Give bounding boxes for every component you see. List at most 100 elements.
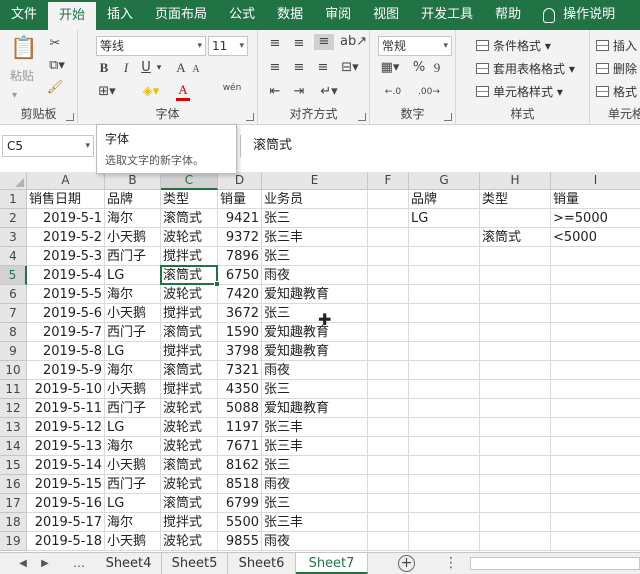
cell-E4[interactable]: 张三 <box>262 247 368 266</box>
insert-cells-button[interactable]: 插入 <box>596 38 637 54</box>
row-header[interactable]: 17 <box>0 494 27 513</box>
increase-decimal-icon[interactable]: ←.0 <box>378 84 408 100</box>
cell-G18[interactable] <box>409 513 480 532</box>
italic-button[interactable]: I <box>118 60 134 76</box>
orientation-icon[interactable]: ab↗ <box>340 34 367 50</box>
row-header[interactable]: 4 <box>0 247 27 266</box>
cell-F8[interactable] <box>368 323 409 342</box>
row-header[interactable]: 9 <box>0 342 27 361</box>
name-box[interactable]: C5 ▾ <box>2 135 94 157</box>
border-icon[interactable]: ⊞▾ <box>96 84 118 100</box>
cell-D17[interactable]: 6799 <box>218 494 262 513</box>
row-header[interactable]: 5 <box>0 266 27 285</box>
cell-I2[interactable]: >=5000 <box>551 209 640 228</box>
cut-icon[interactable]: ✂ <box>46 36 64 52</box>
cell-E19[interactable]: 雨夜 <box>262 532 368 551</box>
cell-C5[interactable]: 滚筒式 <box>161 266 218 285</box>
cell-C12[interactable]: 波轮式 <box>161 399 218 418</box>
cell-D19[interactable]: 9855 <box>218 532 262 551</box>
cell-A10[interactable]: 2019-5-9 <box>27 361 105 380</box>
ribbon-tab-5[interactable]: 数据 <box>266 0 314 30</box>
column-header-C[interactable]: C <box>161 172 218 190</box>
cell-G19[interactable] <box>409 532 480 551</box>
ribbon-tab-7[interactable]: 视图 <box>362 0 410 30</box>
cell-I11[interactable] <box>551 380 640 399</box>
cell-H19[interactable] <box>480 532 551 551</box>
cell-F4[interactable] <box>368 247 409 266</box>
column-header-I[interactable]: I <box>551 172 640 190</box>
worksheet[interactable]: 销售日期 品牌 类型 销量 业务员 品牌 类型 销量 2019-5-1 海尔 滚筒式 9421 张三 LG… <box>0 172 640 552</box>
cell-C4[interactable]: 搅拌式 <box>161 247 218 266</box>
cell-H2[interactable] <box>480 209 551 228</box>
ribbon-tab-6[interactable]: 审阅 <box>314 0 362 30</box>
cell-F7[interactable] <box>368 304 409 323</box>
bold-button[interactable]: B <box>96 60 112 76</box>
ribbon-tab-10[interactable]: 操作说明 <box>532 0 626 30</box>
cell-B11[interactable]: 小天鹅 <box>105 380 161 399</box>
cell-A17[interactable]: 2019-5-16 <box>27 494 105 513</box>
cell-I9[interactable] <box>551 342 640 361</box>
column-header-B[interactable]: B <box>105 172 161 190</box>
column-header-F[interactable]: F <box>368 172 409 190</box>
cell-G13[interactable] <box>409 418 480 437</box>
cell-G1[interactable]: 品牌 <box>409 190 480 209</box>
cell-H8[interactable] <box>480 323 551 342</box>
cell-F19[interactable] <box>368 532 409 551</box>
cell-I13[interactable] <box>551 418 640 437</box>
font-launcher-icon[interactable] <box>246 113 254 121</box>
cell-A14[interactable]: 2019-5-13 <box>27 437 105 456</box>
cell-grid[interactable]: 销售日期 品牌 类型 销量 业务员 品牌 类型 销量 2019-5-1 海尔 滚筒式 9421 张三 LG… <box>27 190 640 552</box>
cell-F1[interactable] <box>368 190 409 209</box>
cell-A12[interactable]: 2019-5-11 <box>27 399 105 418</box>
cell-E9[interactable]: 爱知趣教育 <box>262 342 368 361</box>
cell-G8[interactable] <box>409 323 480 342</box>
row-header[interactable]: 15 <box>0 456 27 475</box>
cell-E6[interactable]: 爱知趣教育 <box>262 285 368 304</box>
sheet-tab-sheet6[interactable]: Sheet6 <box>228 553 296 574</box>
cell-F18[interactable] <box>368 513 409 532</box>
clipboard-launcher-icon[interactable] <box>66 113 74 121</box>
cell-C17[interactable]: 滚筒式 <box>161 494 218 513</box>
cell-D13[interactable]: 1197 <box>218 418 262 437</box>
cell-F5[interactable] <box>368 266 409 285</box>
scroll-tabs-right-icon[interactable]: ▶ <box>36 553 54 574</box>
cell-D4[interactable]: 7896 <box>218 247 262 266</box>
cell-H10[interactable] <box>480 361 551 380</box>
increase-indent-icon[interactable]: ⇥ <box>290 84 308 100</box>
cell-A5[interactable]: 2019-5-4 <box>27 266 105 285</box>
cell-A7[interactable]: 2019-5-6 <box>27 304 105 323</box>
cell-H13[interactable] <box>480 418 551 437</box>
cell-E16[interactable]: 雨夜 <box>262 475 368 494</box>
cell-C14[interactable]: 波轮式 <box>161 437 218 456</box>
cell-D2[interactable]: 9421 <box>218 209 262 228</box>
cell-D3[interactable]: 9372 <box>218 228 262 247</box>
cell-I12[interactable] <box>551 399 640 418</box>
ribbon-tab-8[interactable]: 开发工具 <box>410 0 484 30</box>
cell-B3[interactable]: 小天鹅 <box>105 228 161 247</box>
cell-A4[interactable]: 2019-5-3 <box>27 247 105 266</box>
cell-D18[interactable]: 5500 <box>218 513 262 532</box>
row-header[interactable]: 11 <box>0 380 27 399</box>
cell-B13[interactable]: LG <box>105 418 161 437</box>
paste-button[interactable]: 粘贴 <box>10 68 34 84</box>
cell-A11[interactable]: 2019-5-10 <box>27 380 105 399</box>
cell-B18[interactable]: 海尔 <box>105 513 161 532</box>
underline-dropdown-icon[interactable]: ▾ <box>154 60 164 76</box>
cell-G4[interactable] <box>409 247 480 266</box>
accounting-format-icon[interactable]: ▦▾ <box>378 60 402 76</box>
cell-E1[interactable]: 业务员 <box>262 190 368 209</box>
cell-A18[interactable]: 2019-5-17 <box>27 513 105 532</box>
ribbon-tab-1[interactable]: 开始 <box>48 2 97 30</box>
cell-A9[interactable]: 2019-5-8 <box>27 342 105 361</box>
cell-E17[interactable]: 张三 <box>262 494 368 513</box>
cell-D7[interactable]: 3672 <box>218 304 262 323</box>
cell-H4[interactable] <box>480 247 551 266</box>
cell-E12[interactable]: 爱知趣教育 <box>262 399 368 418</box>
cell-G10[interactable] <box>409 361 480 380</box>
cell-I5[interactable] <box>551 266 640 285</box>
cell-D11[interactable]: 4350 <box>218 380 262 399</box>
cell-G17[interactable] <box>409 494 480 513</box>
row-header[interactable]: 14 <box>0 437 27 456</box>
cell-I17[interactable] <box>551 494 640 513</box>
cell-B8[interactable]: 西门子 <box>105 323 161 342</box>
